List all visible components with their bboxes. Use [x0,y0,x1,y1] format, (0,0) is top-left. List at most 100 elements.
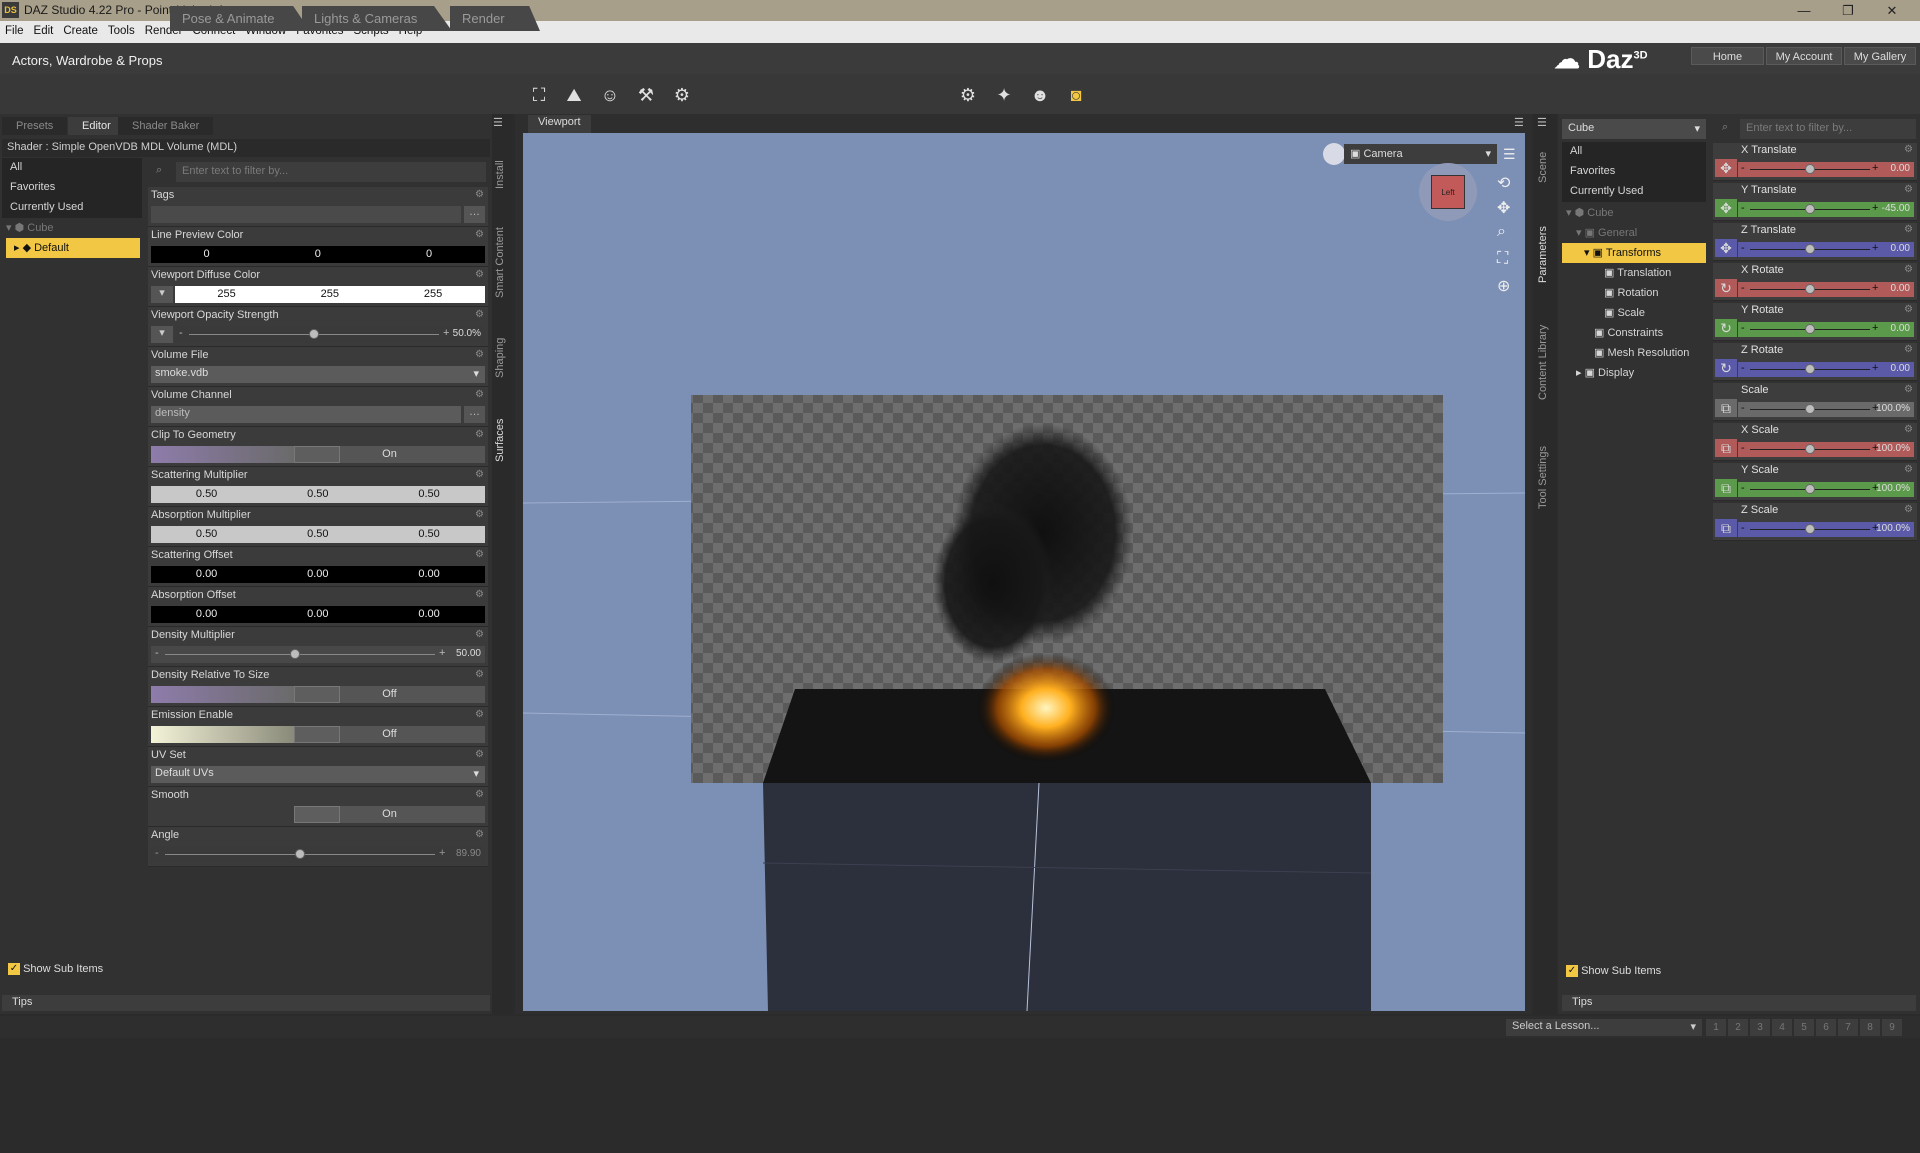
lesson-page-1[interactable]: 1 [1706,1019,1726,1036]
reset-view-icon[interactable]: ⊕ [1497,276,1510,296]
rotate-icon[interactable]: ↻ [1715,279,1737,297]
tab-editor[interactable]: Editor [68,117,125,135]
maximize-button[interactable]: ❐ [1828,2,1868,19]
param-slider[interactable]: - +0.00 [1738,242,1914,257]
gear-icon[interactable]: ⚙ [1904,424,1913,435]
side-tab-parameters[interactable]: Parameters [1537,220,1553,290]
tree-cube[interactable]: ▾ ⬢ Cube [1562,203,1706,223]
scale-icon[interactable]: ⧉ [1715,399,1737,417]
my-account-button[interactable]: My Account [1766,47,1842,65]
side-tab-smart-content[interactable]: Smart Content [494,220,510,305]
slider-knob[interactable] [1805,524,1815,534]
slider-knob[interactable] [1805,484,1815,494]
chevron-down-icon[interactable]: ▾ [151,326,173,343]
left-tree-cube[interactable]: ▾ ⬢ Cube [6,221,54,234]
lesson-page-8[interactable]: 8 [1860,1019,1880,1036]
param-slider[interactable]: - +100.0% [1738,442,1914,457]
tab-lights-cameras[interactable]: Lights & Cameras [302,6,452,31]
tree-general[interactable]: ▾ ▣ General [1562,223,1706,243]
smooth-toggle[interactable]: On [151,806,485,823]
minus-icon[interactable]: - [179,327,183,339]
menu-file[interactable]: File [0,21,29,37]
render-preview-icon[interactable]: ✦ [990,82,1018,108]
tree-scale[interactable]: ▣ Scale [1562,303,1706,323]
minus-icon[interactable]: - [1741,402,1745,414]
plus-icon[interactable]: + [1872,202,1878,214]
gear-icon[interactable]: ⚙ [475,229,484,240]
gear-icon[interactable]: ⚙ [1904,384,1913,395]
gear-icon[interactable]: ⚙ [475,389,484,400]
tab-actors-wardrobe-props[interactable]: Actors, Wardrobe & Props [0,48,175,73]
minimize-button[interactable]: — [1784,2,1824,19]
left-tree-default[interactable]: ▸ ◆ Default [6,238,140,258]
volume-channel-browse-button[interactable]: … [464,406,485,423]
param-slider[interactable]: - + -45.00 [1738,202,1914,217]
move-icon[interactable]: ✥ [1715,159,1737,177]
emission-enable-toggle[interactable]: Off [151,726,485,743]
plus-icon[interactable]: + [443,327,449,339]
uv-set-dropdown[interactable]: Default UVs ▾ [151,766,485,783]
slider-knob[interactable] [1805,404,1815,414]
minus-icon[interactable]: - [1741,242,1745,254]
move-icon[interactable]: ✥ [1715,199,1737,217]
scattering-offset-field[interactable]: 0.00 0.00 0.00 [151,566,485,583]
param-slider[interactable]: - +100.0% [1738,402,1914,417]
tab-render[interactable]: Render [450,6,540,31]
slider-knob[interactable] [1805,244,1815,254]
tab-pose-animate[interactable]: Pose & Animate [170,6,310,31]
menu-tools[interactable]: Tools [103,21,140,37]
viewport-pane-menu-icon[interactable]: ☰ [1514,116,1524,129]
gear-icon[interactable]: ⚙ [1904,464,1913,475]
menu-create[interactable]: Create [58,21,103,37]
density-multiplier-slider[interactable]: - + 50.00 [151,646,485,663]
param-slider[interactable]: - +100.0% [1738,522,1914,537]
geometry-tool-icon[interactable]: ⚒ [632,82,660,108]
slider-knob[interactable] [289,649,300,659]
gear-icon[interactable]: ⚙ [475,189,484,200]
gear-icon[interactable]: ⚙ [475,589,484,600]
gear-icon[interactable]: ⚙ [475,269,484,280]
side-tab-tool-settings[interactable]: Tool Settings [1537,440,1553,515]
camera-dropdown[interactable]: ▣ Camera ▾ [1344,144,1497,164]
tab-presets[interactable]: Presets [2,117,68,135]
plus-icon[interactable]: + [1872,242,1878,254]
scale-icon[interactable]: ⧉ [1715,479,1737,497]
lesson-dropdown[interactable]: Select a Lesson... ▾ [1506,1019,1702,1036]
line-preview-color-field[interactable]: 000 [151,246,485,263]
gear-icon[interactable]: ⚙ [475,549,484,560]
gear-icon[interactable]: ⚙ [1904,184,1913,195]
tree-transforms[interactable]: ▾ ▣ Transforms [1562,243,1706,263]
plus-icon[interactable]: + [1872,162,1878,174]
param-slider[interactable]: - +0.00 [1738,362,1914,377]
side-tab-surfaces[interactable]: Surfaces [494,410,510,470]
right-nav-favorites[interactable]: Favorites [1562,162,1706,182]
render-sphere-icon[interactable] [1323,143,1345,165]
right-tips-tab[interactable]: Tips [1562,995,1916,1011]
render-camera-icon[interactable]: ◙ [1062,82,1090,108]
slider-knob[interactable] [295,849,305,859]
chevron-down-icon[interactable]: ▾ [151,286,173,303]
param-slider[interactable]: - +0.00 [1738,162,1914,177]
node-selection-icon[interactable]: ⛶ [525,82,553,108]
viewport-tab[interactable]: Viewport [528,115,591,133]
rotate-icon[interactable]: ↻ [1715,319,1737,337]
volume-channel-field[interactable]: density [151,406,461,423]
gear-icon[interactable]: ⚙ [475,789,484,800]
side-tab-shaping[interactable]: Shaping [494,330,510,385]
orbit-icon[interactable]: ⟲ [1497,173,1510,193]
plus-icon[interactable]: + [1872,282,1878,294]
gear-icon[interactable]: ⚙ [1904,144,1913,155]
slider-knob[interactable] [1805,364,1815,374]
plus-icon[interactable]: + [1872,362,1878,374]
angle-slider[interactable]: - + 89.90 [151,846,485,863]
viewport-menu-icon[interactable]: ☰ [1503,146,1516,163]
left-nav-all[interactable]: All [2,158,142,178]
view-cube[interactable]: Left [1419,163,1477,221]
plus-icon[interactable]: + [1872,322,1878,334]
close-button[interactable]: ✕ [1872,2,1912,19]
minus-icon[interactable]: - [155,647,159,659]
joint-editor-icon[interactable]: ⚙ [668,82,696,108]
gear-icon[interactable]: ⚙ [1904,224,1913,235]
slider-knob[interactable] [1805,444,1815,454]
tags-field[interactable] [151,206,461,223]
